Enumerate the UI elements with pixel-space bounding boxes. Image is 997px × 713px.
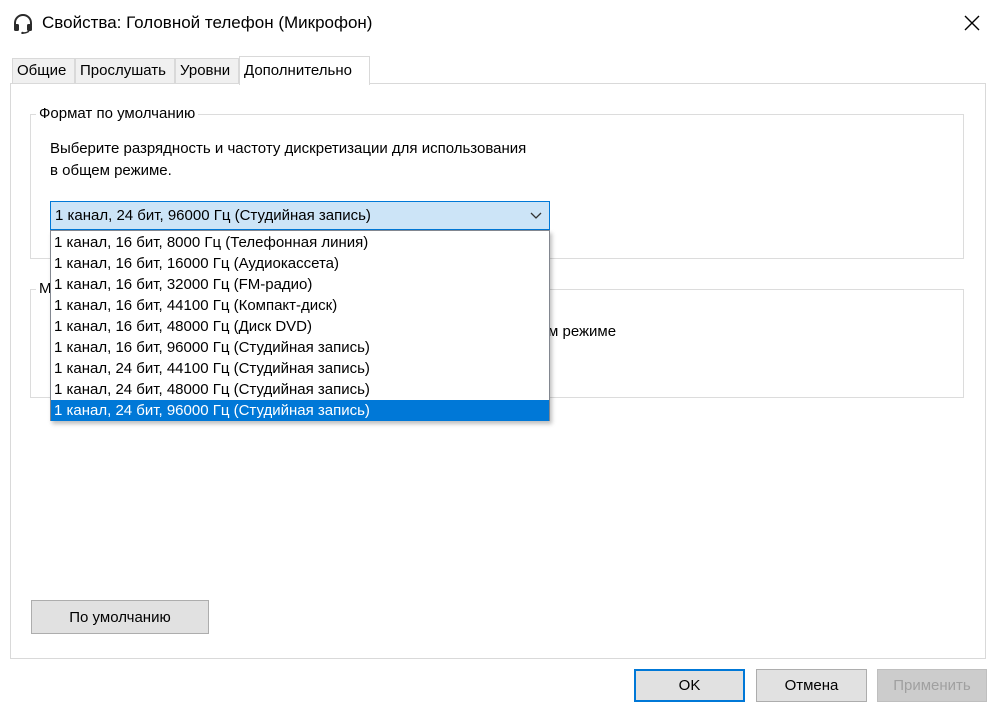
format-combobox-value: 1 канал, 24 бит, 96000 Гц (Студийная зап… — [55, 207, 371, 224]
headset-icon — [14, 14, 32, 34]
close-button[interactable] — [950, 4, 994, 42]
format-option[interactable]: 1 канал, 24 бит, 44100 Гц (Студийная зап… — [51, 358, 549, 379]
chevron-down-icon — [530, 212, 542, 219]
format-combobox[interactable]: 1 канал, 24 бит, 96000 Гц (Студийная зап… — [50, 201, 550, 230]
format-option[interactable]: 1 канал, 24 бит, 48000 Гц (Студийная зап… — [51, 379, 549, 400]
tab-general[interactable]: Общие — [12, 58, 75, 83]
exclusive-mode-text: м режиме — [548, 321, 617, 343]
format-option[interactable]: 1 канал, 16 бит, 48000 Гц (Диск DVD) — [51, 316, 549, 337]
format-option[interactable]: 1 канал, 24 бит, 96000 Гц (Студийная зап… — [51, 400, 549, 421]
restore-defaults-button[interactable]: По умолчанию — [31, 600, 209, 634]
close-icon — [964, 15, 980, 31]
cancel-button[interactable]: Отмена — [756, 669, 867, 702]
tab-advanced[interactable]: Дополнительно — [239, 56, 370, 85]
tab-levels[interactable]: Уровни — [175, 58, 239, 83]
default-format-description-line2: в общем режиме. — [50, 162, 172, 179]
format-option[interactable]: 1 канал, 16 бит, 16000 Гц (Аудиокассета) — [51, 253, 549, 274]
default-format-description-line1: Выберите разрядность и частоту дискретиз… — [50, 140, 527, 157]
format-dropdown-list[interactable]: 1 канал, 16 бит, 8000 Гц (Телефонная лин… — [50, 230, 550, 421]
title-bar: Свойства: Головной телефон (Микрофон) — [0, 0, 997, 46]
format-option[interactable]: 1 канал, 16 бит, 96000 Гц (Студийная зап… — [51, 337, 549, 358]
apply-button[interactable]: Применить — [877, 669, 987, 702]
default-format-title: Формат по умолчанию — [36, 105, 199, 122]
format-option[interactable]: 1 канал, 16 бит, 44100 Гц (Компакт-диск) — [51, 295, 549, 316]
ok-button[interactable]: OK — [634, 669, 745, 702]
format-option[interactable]: 1 канал, 16 бит, 8000 Гц (Телефонная лин… — [51, 232, 549, 253]
format-option[interactable]: 1 канал, 16 бит, 32000 Гц (FM-радио) — [51, 274, 549, 295]
window-title: Свойства: Головной телефон (Микрофон) — [42, 13, 373, 32]
tab-listen[interactable]: Прослушать — [75, 58, 175, 83]
